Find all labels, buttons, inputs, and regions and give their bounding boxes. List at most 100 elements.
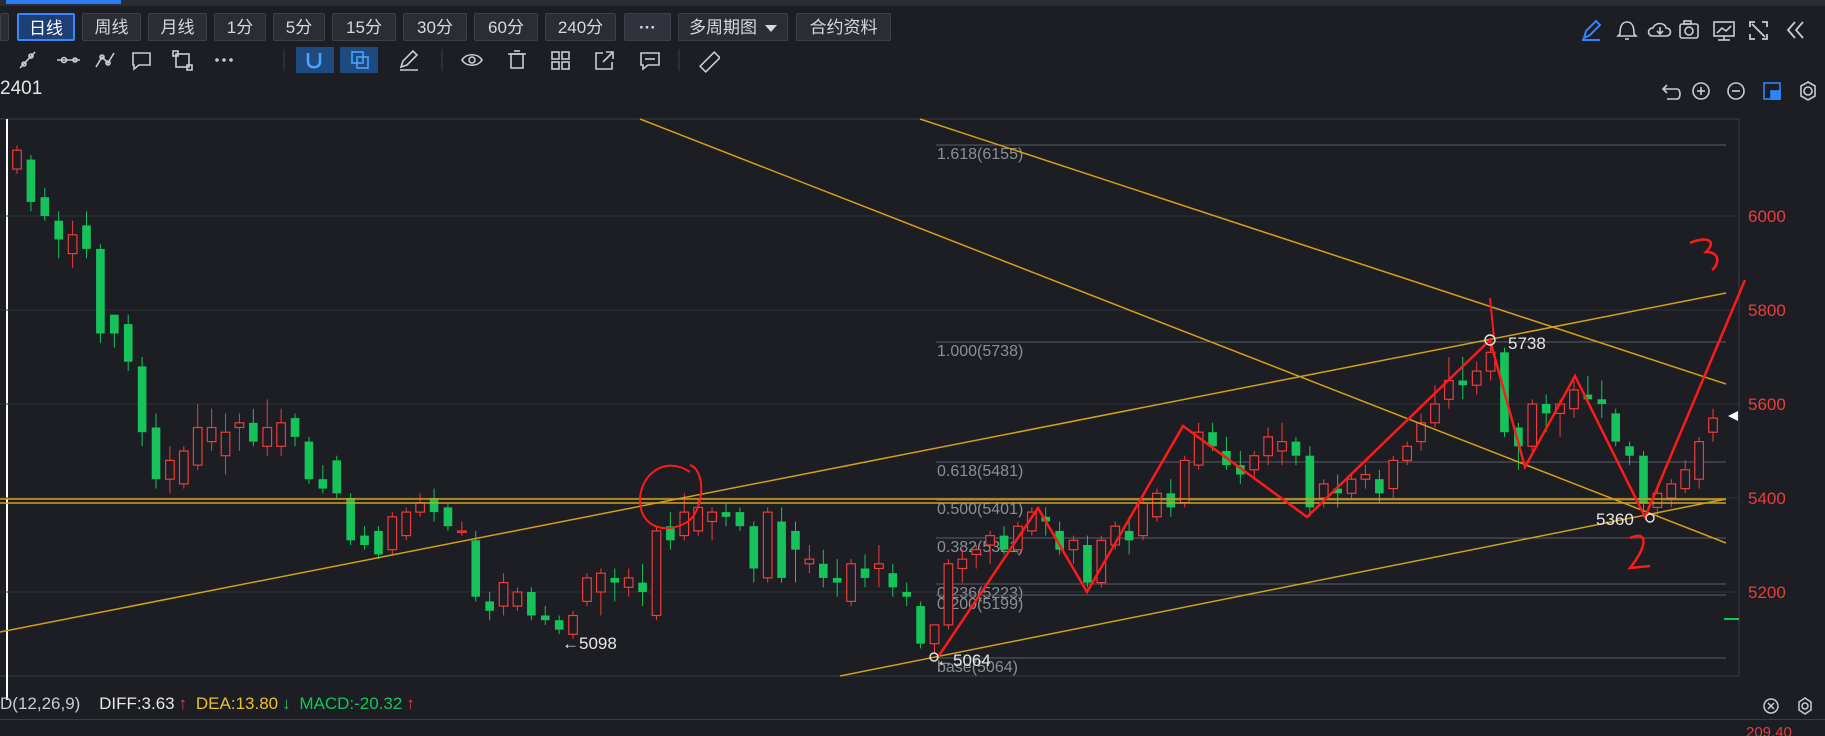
candle-body <box>1652 492 1663 508</box>
trend-line-icon[interactable] <box>19 51 36 69</box>
camera-icon[interactable] <box>1679 20 1699 39</box>
overlay-button[interactable] <box>340 47 378 73</box>
candle-body <box>1222 451 1231 466</box>
ray-line-icon[interactable] <box>57 56 80 64</box>
settings-icon[interactable] <box>1798 697 1812 715</box>
cloud-icon[interactable] <box>1647 22 1672 37</box>
period-toolbar: 日线 周线 月线 1分 5分 15分 30分 60分 240分 ··· 多周期图… <box>0 10 1825 44</box>
candle-body <box>220 431 231 457</box>
close-icon[interactable] <box>1763 698 1779 714</box>
candle-body <box>777 521 786 578</box>
candle-body <box>1694 441 1705 480</box>
fib-label: 0.236(5223) <box>937 585 1023 602</box>
candle-body <box>1527 403 1538 447</box>
candle-body <box>318 479 328 489</box>
candle-body <box>888 573 898 588</box>
multi-period-dropdown[interactable]: 多周期图 <box>678 13 788 41</box>
gold-trendline <box>639 118 1727 544</box>
fib-label: 0.200(5199) <box>937 596 1023 613</box>
candle-body <box>456 530 467 534</box>
bell-icon[interactable] <box>1616 21 1638 40</box>
gold-trendlines <box>0 118 1727 677</box>
price-annotation: 5360 <box>1596 510 1634 529</box>
undo-icon[interactable] <box>1661 84 1681 100</box>
candle-body <box>957 558 968 570</box>
candle-body <box>666 526 675 541</box>
candle-body <box>582 577 592 603</box>
candle-body <box>67 234 78 255</box>
candle-body <box>123 324 133 362</box>
candle-body <box>178 450 189 485</box>
candle-body <box>443 507 453 527</box>
zoom-out-icon[interactable] <box>1727 82 1745 100</box>
candle-body <box>290 418 300 437</box>
candle-body <box>401 511 412 537</box>
monitor-icon[interactable] <box>1713 21 1735 41</box>
fullscreen-icon[interactable] <box>1749 21 1768 40</box>
candle-body <box>1625 446 1634 456</box>
more-periods-button[interactable]: ··· <box>624 13 671 41</box>
collapse-icon[interactable] <box>1786 21 1804 39</box>
red-wave-drawing <box>936 279 1747 658</box>
candle-body <box>1193 431 1204 466</box>
comment-icon[interactable] <box>132 52 151 71</box>
candle-body <box>1416 422 1426 443</box>
candle-body <box>568 614 578 635</box>
candle-body <box>1166 493 1176 508</box>
candle-body <box>374 530 383 555</box>
transform-icon[interactable] <box>172 50 193 71</box>
candle-body <box>1388 459 1399 490</box>
magnet-button[interactable] <box>296 47 334 73</box>
period-15min[interactable]: 15分 <box>332 13 396 41</box>
candle-body <box>1068 539 1079 551</box>
price-chart[interactable]: 1.618(6155) 1.000(5738) 0.618(5481) 0.500(5… <box>0 0 1825 736</box>
more-tools-icon[interactable] <box>215 58 233 62</box>
left-edge-button[interactable] <box>0 13 9 41</box>
candle-body <box>346 498 355 541</box>
chart-grid <box>0 118 1740 700</box>
candle-body <box>1333 488 1342 494</box>
candle-body <box>1318 483 1329 499</box>
candle-body <box>415 502 426 513</box>
settings-icon[interactable] <box>1800 81 1816 101</box>
fib-label: 0.500(5401) <box>937 501 1023 518</box>
trash-icon[interactable] <box>508 50 526 69</box>
candle-body <box>429 498 439 513</box>
layout-icon[interactable] <box>1763 82 1781 100</box>
candle-body <box>26 159 36 202</box>
period-240min[interactable]: 240分 <box>545 13 616 41</box>
candle-body <box>651 530 662 617</box>
red-circle-drawing <box>638 464 703 530</box>
selected-indicator <box>6 0 121 4</box>
marker-low <box>929 652 939 662</box>
zoom-in-icon[interactable] <box>1692 82 1710 100</box>
period-monthly[interactable]: 月线 <box>148 13 207 41</box>
caret-down-icon <box>765 25 777 33</box>
y-tick-label: 5200 <box>1748 583 1786 602</box>
ruler-icon[interactable] <box>698 50 720 74</box>
period-5min[interactable]: 5分 <box>273 13 325 41</box>
eye-icon[interactable] <box>461 53 483 67</box>
pen-icon[interactable] <box>399 49 419 71</box>
candle-body <box>1514 427 1523 447</box>
candle-body <box>192 426 203 466</box>
polyline-icon[interactable] <box>95 52 115 68</box>
candle-body <box>971 549 982 556</box>
contract-info-button[interactable]: 合约资料 <box>796 13 891 41</box>
gold-trendline <box>839 498 1727 677</box>
share-icon[interactable] <box>595 51 614 70</box>
candle-body <box>595 572 606 593</box>
period-daily[interactable]: 日线 <box>17 13 75 41</box>
candle-body <box>818 563 828 578</box>
period-30min[interactable]: 30分 <box>403 13 467 41</box>
period-1min[interactable]: 1分 <box>214 13 266 41</box>
red-drawings <box>638 238 1747 658</box>
candle-body <box>165 459 175 480</box>
period-weekly[interactable]: 周线 <box>82 13 141 41</box>
grid-icon[interactable] <box>551 51 570 70</box>
candle-body <box>1096 539 1107 584</box>
period-60min[interactable]: 60分 <box>474 13 538 41</box>
candle-body <box>1041 516 1051 522</box>
pencil-icon[interactable] <box>1582 19 1602 41</box>
chat-icon[interactable] <box>640 52 660 71</box>
